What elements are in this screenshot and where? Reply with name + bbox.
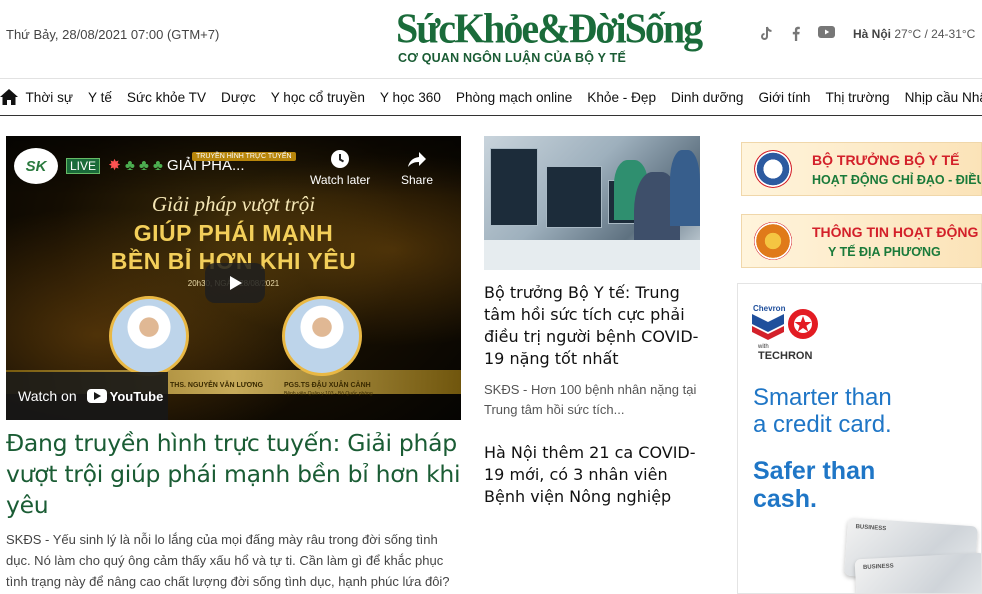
staff-figure [670, 150, 700, 226]
video-headline-1: Giải pháp vượt trội [151, 192, 316, 216]
live-pill: TRUYỀN HÌNH TRỰC TUYẾN [192, 152, 296, 161]
tiktok-icon[interactable] [759, 26, 775, 42]
share-icon [406, 148, 428, 170]
channel-avatar[interactable]: SK [14, 148, 58, 184]
youtube-wordmark: YouTube [109, 388, 164, 404]
weather-widget: Hà Nội 27°C / 24-31°C [853, 27, 975, 41]
guest-name-left: THS. NGUYỄN VĂN LƯƠNG [170, 382, 264, 389]
nav-item-y-te[interactable]: Y tế [80, 90, 119, 105]
nav-item-y-hoc-co-truyen[interactable]: Y học cổ truyền [263, 90, 372, 105]
card-label: BUSINESS [855, 524, 887, 533]
facebook-icon[interactable] [790, 26, 802, 41]
ministry-emblem-icon [754, 150, 792, 188]
logo-tagline: CƠ QUAN NGÔN LUẬN CỦA BỘ Y TẾ [397, 51, 627, 65]
credit-card-image: BUSINESS [854, 552, 981, 593]
desk [484, 240, 700, 270]
ad-headline-2b: cash. [753, 485, 817, 513]
chevron-logo-icon [752, 314, 784, 340]
story-title-2[interactable]: Hà Nội thêm 21 ca COVID-19 mới, có 3 nhâ… [484, 442, 704, 508]
youtube-logo: YouTube [86, 388, 164, 404]
watch-on-youtube-button[interactable]: Watch on YouTube [6, 372, 168, 420]
guest-portrait-left [109, 296, 189, 376]
nav-item-thoi-su[interactable]: Thời sự [18, 90, 80, 105]
live-badge: LIVE [66, 158, 101, 174]
clock-icon [329, 148, 351, 170]
banner-2-line-1: THÔNG TIN HOẠT ĐỘNG [812, 224, 979, 240]
guest-portrait-right [282, 296, 362, 376]
story-title-1[interactable]: Bộ trưởng Bộ Y tế: Trung tâm hồi sức tíc… [484, 282, 704, 370]
techron-label: TECHRON [758, 350, 813, 362]
watch-on-label: Watch on [18, 388, 77, 404]
sparkle-icon: ✸ [108, 157, 121, 174]
nav-item-suc-khoe-tv[interactable]: Sức khỏe TV [119, 90, 213, 105]
nav-item-thi-truong[interactable]: Thị trường [818, 90, 897, 105]
share-label: Share [401, 173, 434, 187]
nav-item-duoc[interactable]: Dược [214, 90, 264, 105]
nav-menu: Thời sự Y tế Sức khỏe TV Dược Y học cổ t… [18, 90, 982, 105]
monitor-screen [546, 166, 602, 228]
ad-headline-1: Smarter than a credit card. [753, 384, 892, 438]
banner-1-line-1: BỘ TRƯỞNG BỘ Y TẾ [812, 152, 960, 168]
ad-headline-1b: a credit card. [753, 411, 892, 438]
video-player[interactable]: SK LIVE ✸ ♣ ♣ ♣ GIẢI PHÁ... TRUYỀN HÌNH … [6, 136, 461, 420]
chevron-wordmark: Chevron [753, 304, 786, 313]
youtube-play-icon [86, 389, 107, 403]
banner-minister-activities[interactable]: BỘ TRƯỞNG BỘ Y TẾ HOẠT ĐỘNG CHỈ ĐẠO - ĐI… [741, 142, 982, 196]
card-label: BUSINESS [862, 563, 894, 572]
texaco-star-icon [788, 309, 818, 339]
share-button[interactable]: Share [401, 148, 433, 187]
techron-wordmark: with TECHRON [758, 344, 812, 362]
nav-item-dinh-duong[interactable]: Dinh dưỡng [664, 90, 751, 105]
play-button[interactable] [205, 263, 265, 303]
nav-item-phong-mach-online[interactable]: Phòng mạch online [448, 90, 579, 105]
banner-2-line-2: Y TẾ ĐỊA PHƯƠNG [828, 245, 941, 259]
banner-1-line-2: HOẠT ĐỘNG CHỈ ĐẠO - ĐIỀU HÀNH [812, 173, 981, 187]
current-date: Thứ Bảy, 28/08/2021 07:00 (GTM+7) [6, 27, 220, 42]
watch-later-button[interactable]: Watch later [310, 148, 370, 187]
site-header: Thứ Bảy, 28/08/2021 07:00 (GTM+7) SứcKhỏ… [0, 0, 982, 76]
ad-headline-2a: Safer than [753, 457, 876, 485]
home-icon[interactable] [0, 89, 18, 105]
ad-headline-2: Safer than cash. [753, 457, 875, 513]
weather-temp: 27°C / 24-31°C [894, 27, 976, 41]
play-icon [230, 276, 242, 290]
ad-headline-1a: Smarter than [753, 384, 892, 411]
monitor-screen [490, 148, 538, 226]
story-photo[interactable] [484, 136, 700, 270]
nav-item-y-hoc-360[interactable]: Y học 360 [372, 90, 448, 105]
advertisement[interactable]: Chevron with TECHRON Smarter than a cred… [737, 283, 982, 594]
guest-name-right: PGS.TS ĐẬU XUÂN CẢNH [284, 382, 371, 389]
logo-wordmark: SứcKhỏe&ĐờiSống [396, 4, 703, 53]
nav-item-khoe-dep[interactable]: Khỏe - Đẹp [580, 90, 664, 105]
video-headline-2: GIÚP PHÁI MẠNH [133, 220, 334, 246]
lead-story-summary: SKĐS - Yếu sinh lý là nỗi lo lắng của mọ… [6, 532, 450, 589]
youtube-icon[interactable] [817, 26, 835, 38]
guest-role-right: Bệnh viện Quân y 103 - Bộ Quốc phòng [284, 391, 373, 397]
lead-story-title[interactable]: Đang truyền hình trực tuyến: Giải pháp v… [6, 428, 461, 521]
weather-city: Hà Nội [853, 27, 892, 41]
vietnam-map-icon [754, 222, 792, 260]
story-summary-1: SKĐS - Hơn 100 bệnh nhân nặng tại Trung … [484, 382, 697, 417]
watch-later-label: Watch later [310, 173, 371, 187]
clover-icon: ♣ ♣ ♣ [124, 157, 163, 174]
site-logo[interactable]: SứcKhỏe&ĐờiSống CƠ QUAN NGÔN LUẬN CỦA BỘ… [396, 4, 703, 65]
nav-item-nhip-cau-nhan-ai[interactable]: Nhịp cầu Nhân ái [897, 90, 982, 105]
main-nav: Thời sự Y tế Sức khỏe TV Dược Y học cổ t… [0, 78, 982, 116]
nav-item-gioi-tinh[interactable]: Giới tính [751, 90, 818, 105]
banner-local-health[interactable]: THÔNG TIN HOẠT ĐỘNG Y TẾ ĐỊA PHƯƠNG [741, 214, 982, 268]
